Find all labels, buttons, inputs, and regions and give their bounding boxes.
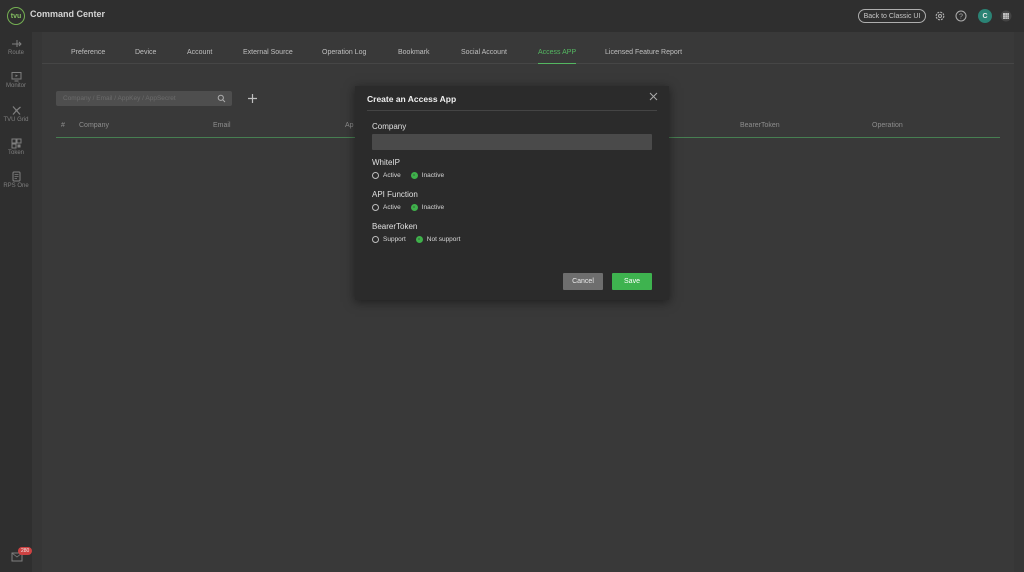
- save-button[interactable]: Save: [612, 273, 652, 290]
- company-label: Company: [372, 122, 407, 131]
- whiteip-label: WhiteIP: [372, 158, 401, 167]
- radio-button[interactable]: [372, 171, 379, 179]
- whiteip-active-radio[interactable]: Active: [372, 171, 401, 179]
- api-function-inactive-radio[interactable]: Inactive: [410, 203, 445, 211]
- radio-label: Inactive: [421, 203, 445, 211]
- create-access-app-dialog: Create an Access App Company WhiteIP Act…: [355, 86, 669, 300]
- radio-label: Not support: [426, 235, 461, 243]
- radio-button[interactable]: [372, 235, 379, 243]
- whiteip-radio-group: Active Inactive: [372, 170, 454, 180]
- api-function-radio-group: Active Inactive: [372, 202, 454, 212]
- bearertoken-support-radio[interactable]: Support: [372, 235, 406, 243]
- cancel-button[interactable]: Cancel: [563, 273, 603, 290]
- bearertoken-label: BearerToken: [372, 222, 418, 231]
- radio-label: Active: [383, 203, 401, 211]
- radio-button-checked[interactable]: [410, 171, 418, 179]
- api-function-active-radio[interactable]: Active: [372, 203, 401, 211]
- whiteip-inactive-radio[interactable]: Inactive: [410, 171, 445, 179]
- radio-button-checked[interactable]: [415, 235, 423, 243]
- radio-button-checked[interactable]: [410, 203, 418, 211]
- dialog-divider: [367, 110, 657, 111]
- bearertoken-not-support-radio[interactable]: Not support: [415, 235, 461, 243]
- radio-label: Inactive: [421, 171, 445, 179]
- bearertoken-radio-group: Support Not support: [372, 234, 470, 244]
- radio-label: Support: [383, 235, 406, 243]
- company-input[interactable]: [372, 134, 652, 150]
- dialog-title: Create an Access App: [367, 94, 457, 104]
- api-function-label: API Function: [372, 190, 418, 199]
- close-icon[interactable]: [649, 92, 658, 101]
- radio-button[interactable]: [372, 203, 379, 211]
- radio-label: Active: [383, 171, 401, 179]
